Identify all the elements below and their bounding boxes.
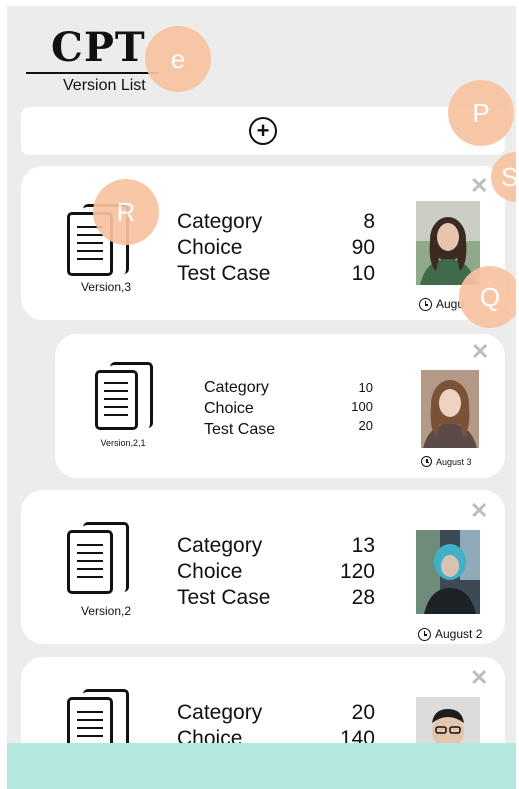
version-label: Version,3 xyxy=(80,280,132,294)
clock-icon xyxy=(419,297,432,311)
stat-value-choice: 120 xyxy=(339,560,375,583)
stat-value-test-case: 28 xyxy=(351,586,375,609)
close-icon[interactable]: ✕ xyxy=(470,175,488,197)
document-icon xyxy=(95,362,155,430)
stat-value-category: 10 xyxy=(358,380,373,395)
close-icon[interactable]: ✕ xyxy=(470,500,488,522)
version-card[interactable]: ✕ Version,3 Category Choice Test Case 8 … xyxy=(21,166,505,320)
app-logo: CPT xyxy=(51,24,146,71)
version-card[interactable]: ✕ Version,2,1 Category Choice Test Case … xyxy=(55,334,505,478)
stat-label-category: Category xyxy=(177,210,263,233)
add-version-bar[interactable]: + xyxy=(21,107,505,155)
clock-icon xyxy=(421,456,432,467)
clock-icon xyxy=(418,627,431,641)
stat-value-test-case: 10 xyxy=(351,262,375,285)
annotation-marker-p: P xyxy=(448,80,514,146)
version-label: Version,2,1 xyxy=(100,438,146,448)
stat-value-category: 8 xyxy=(363,210,375,233)
version-date: August 3 xyxy=(421,456,472,467)
stat-label-choice: Choice xyxy=(204,400,254,417)
annotation-marker-r: R xyxy=(93,179,159,245)
annotation-marker-q: Q xyxy=(459,266,516,328)
version-label: Version,2 xyxy=(80,604,132,618)
stat-label-category: Category xyxy=(177,534,263,557)
version-card[interactable]: ✕ Version,2 Category Choice Test Case 13… xyxy=(21,490,505,644)
stat-label-choice: Choice xyxy=(177,236,243,259)
close-icon[interactable]: ✕ xyxy=(470,667,488,689)
version-date: Augu xyxy=(419,297,464,311)
annotation-marker-e: e xyxy=(145,26,211,92)
stat-value-category: 20 xyxy=(351,701,375,724)
date-text: August 3 xyxy=(436,456,472,467)
app-screen: CPT Version List + ✕ Version,3 Category … xyxy=(7,6,516,789)
author-avatar xyxy=(416,530,480,614)
author-avatar xyxy=(421,370,479,448)
bottom-bar[interactable] xyxy=(7,743,516,789)
stat-label-test-case: Test Case xyxy=(204,421,276,438)
stat-value-category: 13 xyxy=(351,534,375,557)
stat-label-test-case: Test Case xyxy=(177,586,271,609)
add-version-button[interactable]: + xyxy=(249,117,277,145)
version-date: August 2 xyxy=(418,627,482,641)
stat-label-category: Category xyxy=(204,379,269,396)
stat-label-category: Category xyxy=(177,701,263,724)
stat-value-choice: 90 xyxy=(351,236,375,259)
stat-value-choice: 100 xyxy=(351,399,373,414)
plus-icon: + xyxy=(256,118,270,143)
date-text: August 2 xyxy=(435,627,483,641)
stat-value-test-case: 20 xyxy=(358,418,373,433)
stat-label-test-case: Test Case xyxy=(177,262,271,285)
stat-label-choice: Choice xyxy=(177,560,243,583)
logo-underline xyxy=(26,72,159,74)
document-icon xyxy=(67,522,131,594)
page-title: Version List xyxy=(63,77,146,94)
close-icon[interactable]: ✕ xyxy=(471,341,489,363)
